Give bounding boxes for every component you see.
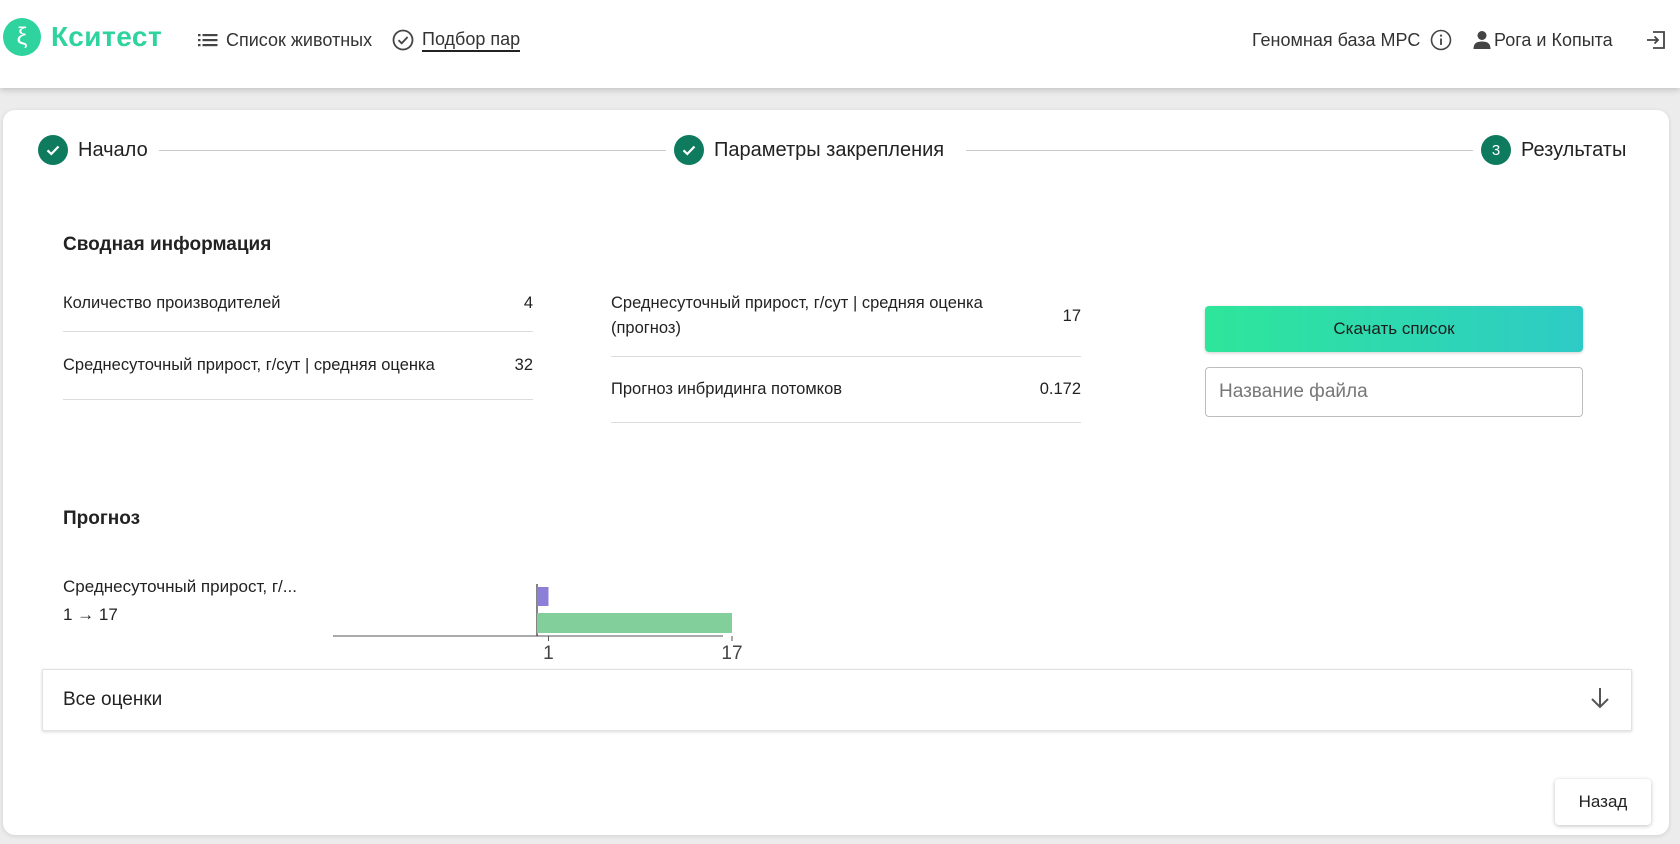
- chart-bar: [537, 613, 732, 633]
- info-icon[interactable]: [1430, 26, 1452, 54]
- logo[interactable]: ξ Кситест: [0, 18, 162, 56]
- trait-label: Среднесуточный прирост, г/...: [63, 577, 297, 596]
- back-button[interactable]: Назад: [1555, 779, 1651, 825]
- chart-tick-label: 1: [543, 643, 554, 664]
- step-number: 3: [1481, 135, 1511, 165]
- forecast-chart: 1 17: [333, 584, 743, 664]
- main-card: Начало Параметры закрепления 3 Результат…: [3, 110, 1669, 835]
- summary-row: Среднесуточный прирост, г/сут | средняя …: [611, 276, 1081, 357]
- forecast-title: Прогноз: [63, 508, 141, 529]
- step-start-label: Начало: [78, 138, 148, 161]
- summary-row: Прогноз инбридинга потомков 0.172: [611, 357, 1081, 423]
- summary-value: 4: [523, 294, 533, 312]
- step-connector: [159, 150, 666, 151]
- step-parameters: Параметры закрепления: [674, 134, 944, 166]
- nav-animal-list[interactable]: Список животных: [198, 26, 372, 54]
- step-parameters-label: Параметры закрепления: [714, 138, 945, 161]
- step-results: 3 Результаты: [1481, 134, 1626, 166]
- summary-label: Среднесуточный прирост, г/сут | средняя …: [63, 356, 435, 374]
- summary-value: 32: [514, 356, 533, 374]
- nav-pair-selection-label: Подбор пар: [422, 29, 521, 52]
- logo-text: Кситест: [51, 21, 163, 52]
- chart-bar: [537, 587, 549, 606]
- trait-change: 1 → 17: [63, 605, 118, 624]
- nav-pair-selection[interactable]: Подбор пар: [392, 26, 521, 54]
- user-name: Рога и Копыта: [1494, 29, 1613, 50]
- step-start: Начало: [38, 134, 148, 166]
- summary-label: Прогноз инбридинга потомков: [611, 380, 843, 398]
- accordion-label: Все оценки: [63, 689, 163, 710]
- logout-icon[interactable]: [1645, 26, 1667, 54]
- user-icon: [1473, 30, 1491, 50]
- database-selector[interactable]: Геномная база МРС: [1252, 26, 1420, 54]
- all-ratings-accordion[interactable]: Все оценки: [42, 669, 1632, 731]
- summary-label: Количество производителей: [63, 294, 281, 312]
- step-results-label: Результаты: [1521, 138, 1627, 161]
- summary-title: Сводная информация: [63, 234, 272, 255]
- file-name-input[interactable]: [1205, 367, 1583, 417]
- check-icon: [38, 135, 68, 165]
- summary-label: Среднесуточный прирост, г/сут | средняя …: [611, 294, 983, 337]
- chart-tick-label: 17: [721, 643, 742, 664]
- logo-icon: ξ: [3, 18, 41, 56]
- top-app-bar: ξ Кситест Список животных Подбор пар Ген…: [0, 0, 1680, 88]
- check-icon: [674, 135, 704, 165]
- download-list-button[interactable]: Скачать список: [1205, 306, 1583, 352]
- summary-value: 0.172: [1039, 380, 1081, 398]
- summary-row: Количество производителей 4: [63, 276, 533, 332]
- summary-row: Среднесуточный прирост, г/сут | средняя …: [63, 332, 533, 400]
- arrow-down-icon: [1589, 686, 1611, 715]
- nav-animal-list-label: Список животных: [226, 29, 373, 50]
- summary-value: 17: [1062, 306, 1081, 325]
- step-connector: [966, 150, 1473, 151]
- database-label: Геномная база МРС: [1252, 29, 1421, 50]
- check-circle-icon: [392, 29, 414, 51]
- list-icon: [198, 32, 218, 48]
- user-menu[interactable]: Рога и Копыта: [1473, 26, 1613, 54]
